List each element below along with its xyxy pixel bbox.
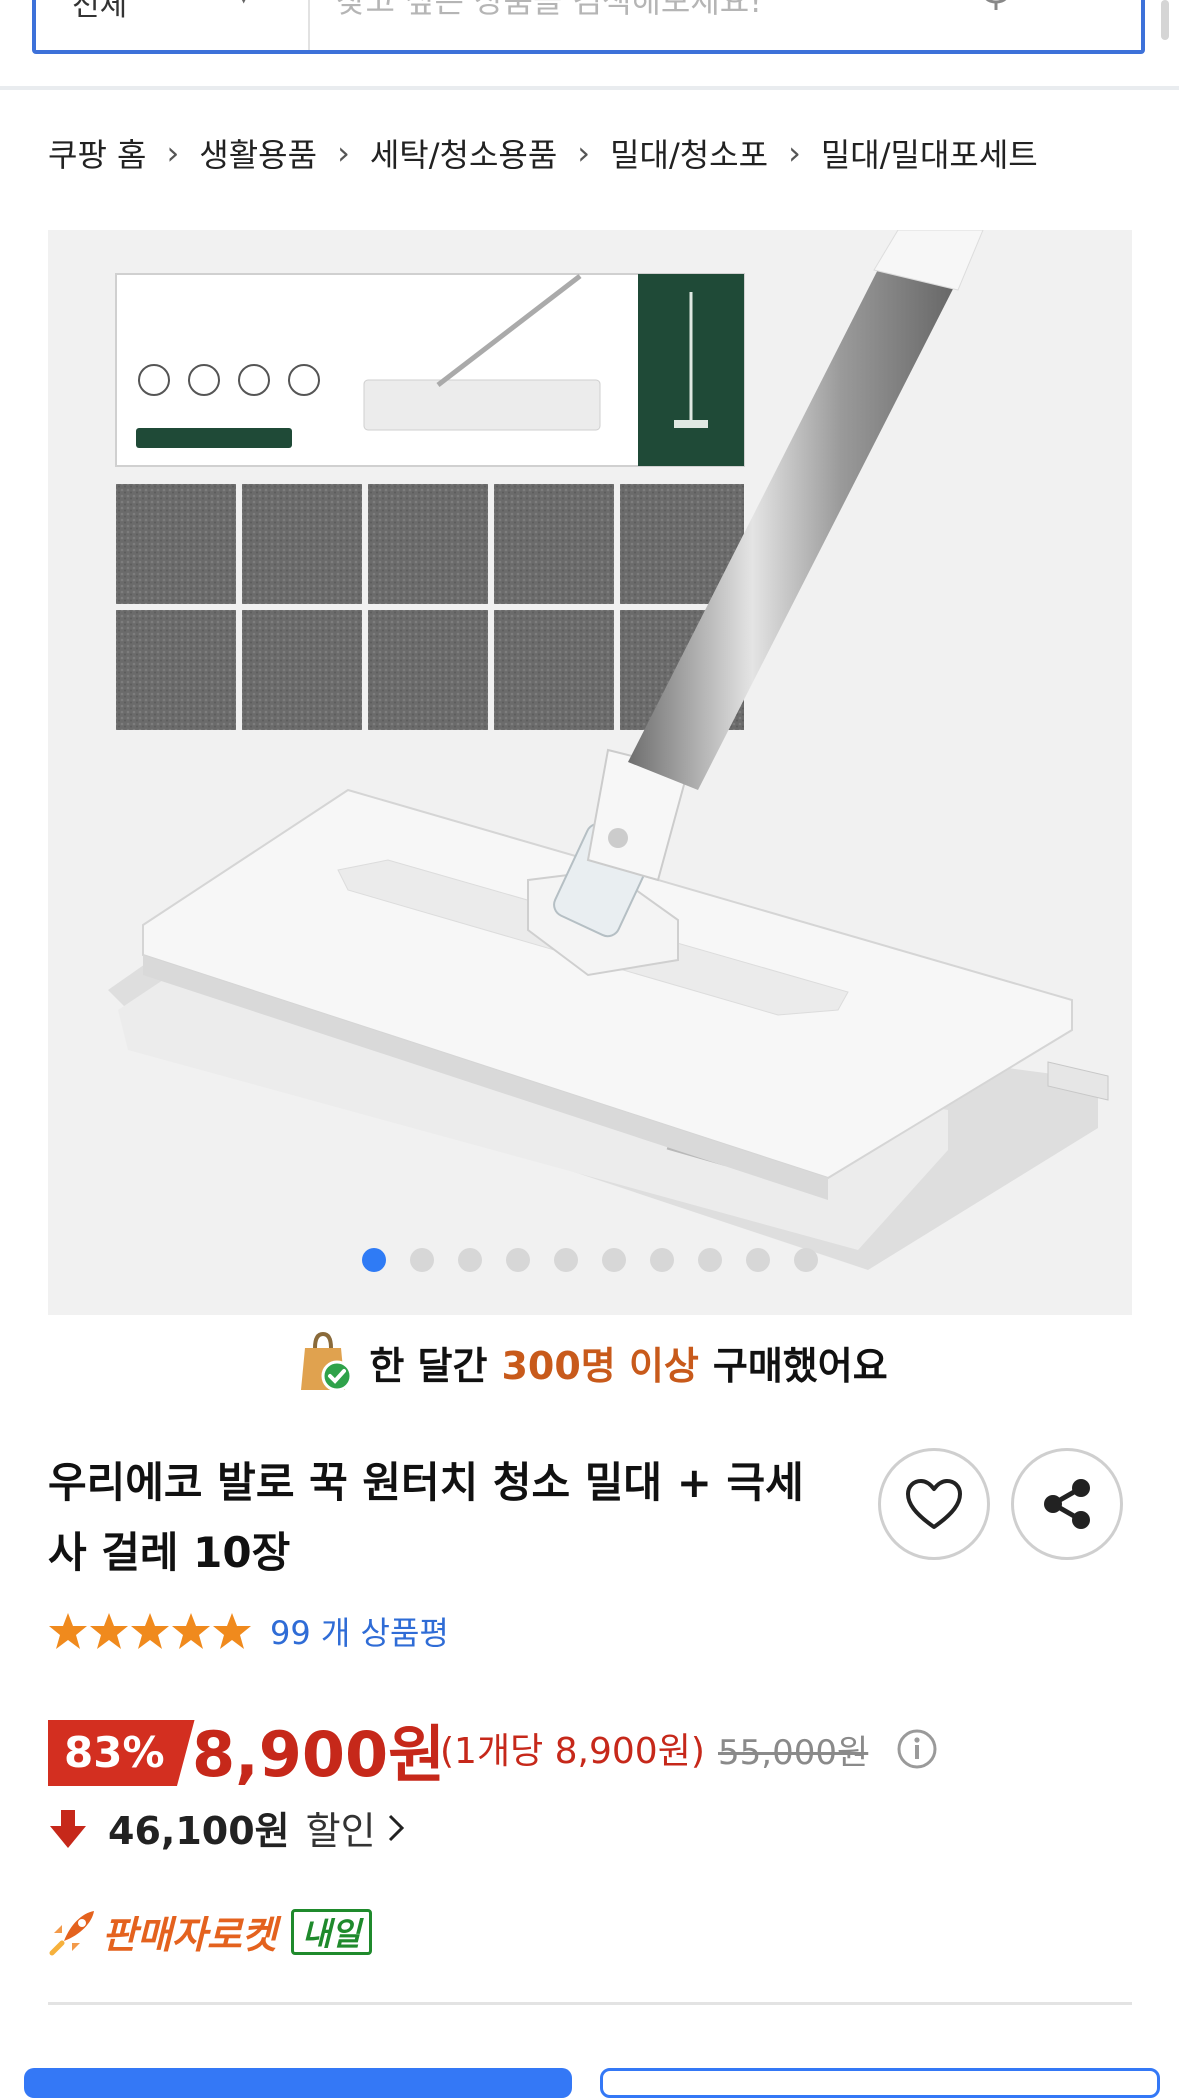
seller-rocket-label: 판매자로켓 [102,1913,277,1957]
breadcrumb-item[interactable]: 밀대/청소포 [610,130,768,176]
breadcrumb-chevron-icon: › [337,134,350,172]
cart-button-partial[interactable] [600,2068,1160,2098]
section-divider [48,2002,1132,2005]
purchase-count-banner: 한 달간 300명 이상 구매했어요 [0,1322,1179,1402]
breadcrumb: 쿠팡 홈 › 생활용품 › 세탁/청소용품 › 밀대/청소포 › 밀대/밀대포세… [48,128,1038,178]
share-button[interactable] [1011,1448,1123,1560]
gallery-pagination [48,1248,1132,1272]
breadcrumb-chevron-icon: › [577,134,591,172]
gallery-dot[interactable] [602,1248,626,1272]
delivery-tomorrow-badge: 내일 [290,1908,372,1955]
gallery-dot[interactable] [650,1248,674,1272]
delivery-badge-row: 판매자로켓 내일 [48,1904,372,1959]
gallery-dot[interactable] [410,1248,434,1272]
down-arrow-icon [50,1809,86,1848]
rating-stars-icon [49,1613,251,1649]
gallery-dot[interactable] [746,1248,770,1272]
heart-icon [906,1479,962,1529]
breadcrumb-chevron-icon: › [788,134,801,172]
product-image-gallery[interactable] [48,230,1132,1315]
review-count-link[interactable]: 99 개 상품평 [270,1608,449,1654]
rocket-icon [49,1910,94,1955]
product-rating[interactable]: 99 개 상품평 [48,1608,449,1654]
buy-button-partial[interactable] [24,2068,572,2098]
sale-price: 8,900원 [192,1718,446,1791]
purchase-count-suffix: 구매했어요 [712,1343,888,1388]
unit-price: (1개당 8,900원) [440,1731,705,1772]
gallery-dot[interactable] [698,1248,722,1272]
discount-detail-link[interactable]: 46,100원 할인 [48,1800,406,1855]
product-image [48,230,1132,1315]
wishlist-button[interactable] [878,1448,990,1560]
shopping-bag-check-icon [301,1331,353,1392]
purchase-count-highlight: 300명 이상 [501,1343,699,1388]
breadcrumb-chevron-icon: › [166,134,180,172]
scrollbar[interactable] [1161,0,1169,40]
gallery-dot[interactable] [554,1248,578,1272]
breadcrumb-item[interactable]: 밀대/밀대포세트 [821,130,1038,176]
product-title: 우리에코 발로 꾹 원터치 청소 밀대 + 극세사 걸레 10장 [48,1458,804,1577]
category-select-value: 전체 [72,0,128,23]
discount-amount: 46,100원 [108,1809,290,1853]
discount-rate-badge: 83% [48,1720,195,1786]
search-bar: 전체 ▼ 찾고 싶은 상품을 검색해보세요! [32,0,1145,54]
category-select[interactable]: 전체 ▼ [36,0,310,50]
discount-label: 할인 [305,1809,376,1853]
info-icon[interactable] [896,1728,938,1770]
share-icon [1044,1479,1090,1529]
chevron-right-icon [388,1814,404,1841]
search-input[interactable]: 찾고 싶은 상품을 검색해보세요! [336,0,762,22]
breadcrumb-item[interactable]: 세탁/청소용품 [370,130,557,176]
gallery-dot[interactable] [794,1248,818,1272]
purchase-count-prefix: 한 달간 [369,1343,488,1388]
search-icon[interactable] [1048,0,1108,4]
chevron-down-icon: ▼ [236,0,251,6]
gallery-dot-active[interactable] [362,1248,386,1272]
gallery-dot[interactable] [458,1248,482,1272]
original-price: 55,000원 [718,1733,869,1773]
header-divider [0,86,1179,90]
gallery-dot[interactable] [506,1248,530,1272]
breadcrumb-item[interactable]: 생활용품 [199,130,317,176]
breadcrumb-item-home[interactable]: 쿠팡 홈 [48,130,147,176]
mic-icon[interactable] [976,0,1016,10]
